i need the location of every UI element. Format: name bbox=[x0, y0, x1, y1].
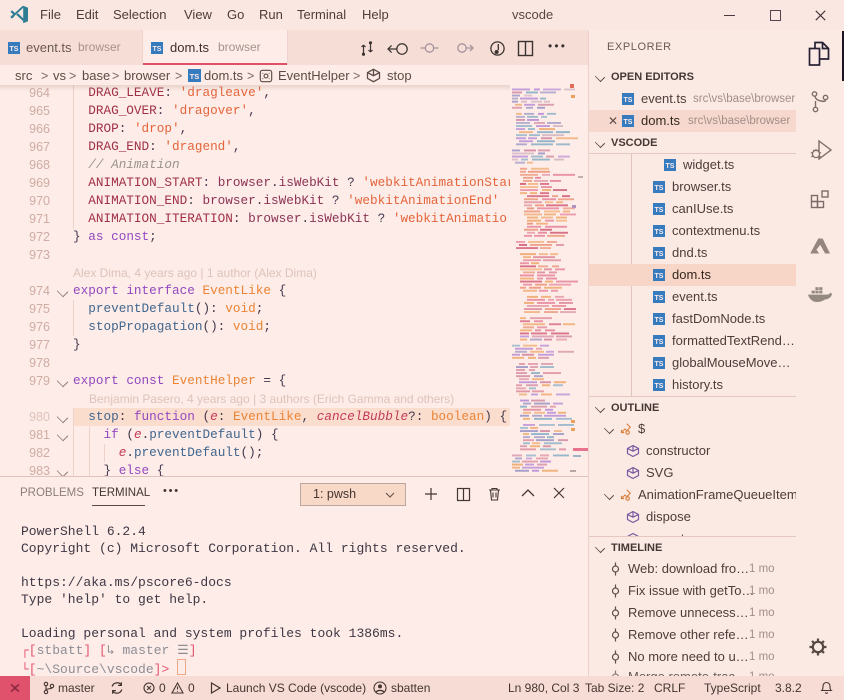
svg-text:TS: TS bbox=[153, 46, 162, 53]
svg-text:TS: TS bbox=[655, 273, 664, 280]
svg-text:TS: TS bbox=[655, 251, 664, 258]
svg-text:TS: TS bbox=[655, 317, 664, 324]
svg-text:TS: TS bbox=[655, 361, 664, 368]
svg-text:TS: TS bbox=[10, 46, 19, 53]
svg-text:TS: TS bbox=[655, 229, 664, 236]
svg-text:TS: TS bbox=[655, 207, 664, 214]
svg-text:TS: TS bbox=[655, 185, 664, 192]
svg-text:TS: TS bbox=[190, 72, 200, 81]
svg-text:TS: TS bbox=[655, 339, 664, 346]
svg-text:TS: TS bbox=[624, 119, 633, 126]
svg-text:TS: TS bbox=[666, 163, 675, 170]
svg-text:TS: TS bbox=[655, 295, 664, 302]
svg-text:TS: TS bbox=[624, 97, 633, 104]
svg-text:TS: TS bbox=[655, 383, 664, 390]
